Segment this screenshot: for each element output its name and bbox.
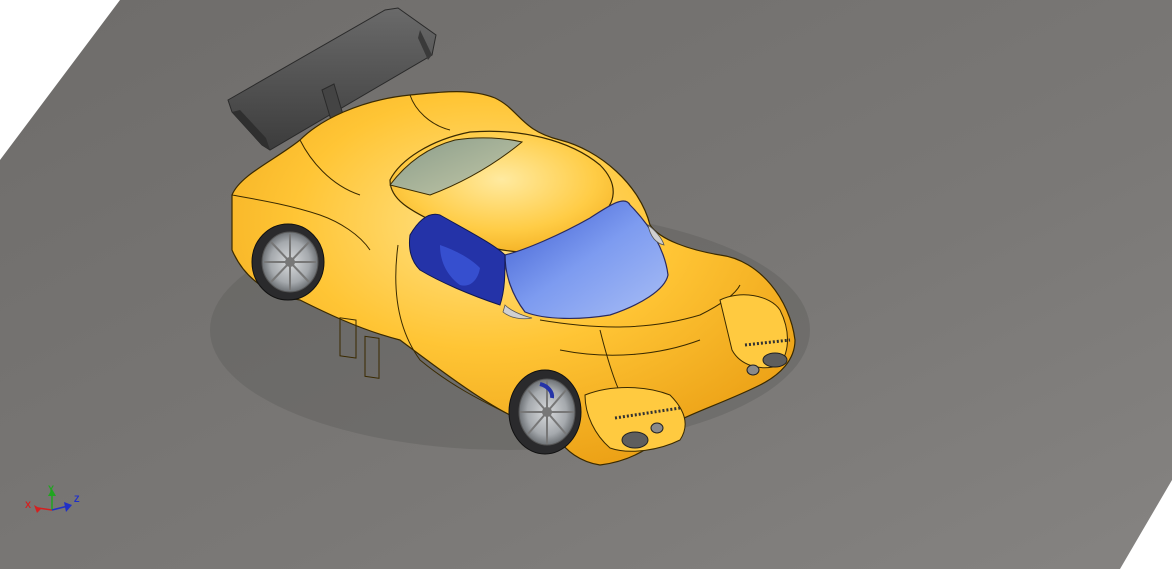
z-axis-label: Z <box>74 494 80 504</box>
x-axis-label: X <box>25 500 31 510</box>
z-axis-arrow <box>51 502 72 512</box>
3d-scene[interactable] <box>0 0 1172 569</box>
graphics-viewport[interactable]: X Y Z <box>0 0 1172 569</box>
front-wheel <box>508 369 582 455</box>
y-axis-label: Y <box>48 484 54 494</box>
rear-wheel <box>251 223 325 301</box>
x-axis-arrow <box>34 505 53 513</box>
coordinate-triad: X Y Z <box>25 484 80 513</box>
